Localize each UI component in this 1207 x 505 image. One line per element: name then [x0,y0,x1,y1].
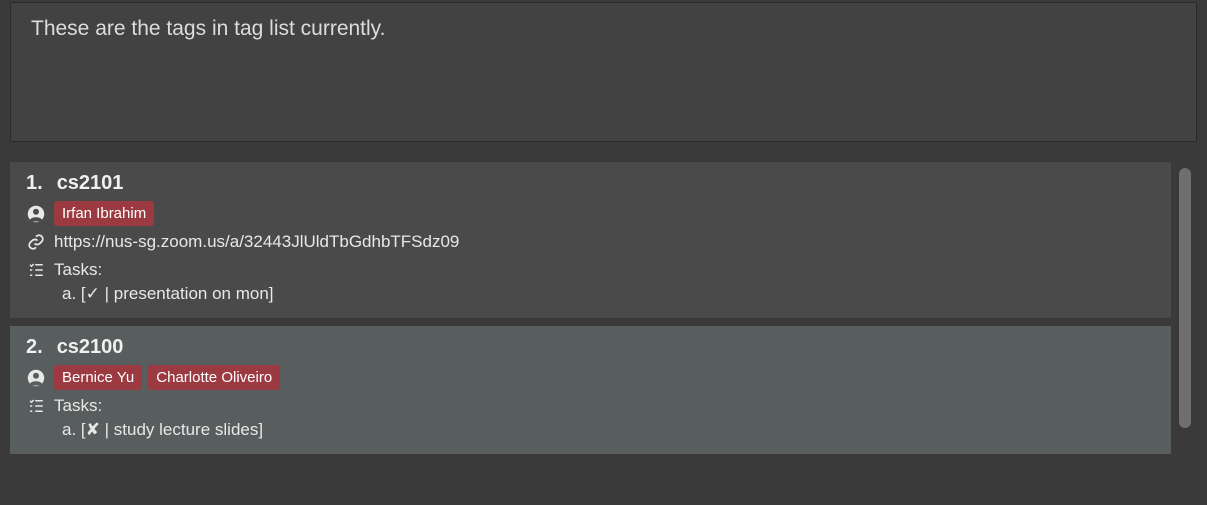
person-tag[interactable]: Charlotte Oliveiro [148,365,280,390]
people-row: Irfan Ibrahim [26,201,1155,226]
people-tags: Bernice Yu Charlotte Oliveiro [54,365,280,390]
tasks-label: Tasks: [54,260,102,280]
item-index: 1. [26,172,43,195]
task-done-glyph: ✘ [86,420,100,439]
person-tag[interactable]: Bernice Yu [54,365,142,390]
tasks-row: Tasks: [26,394,1155,418]
status-message: These are the tags in tag list currently… [31,17,1176,41]
tasks-row: Tasks: [26,258,1155,282]
scrollbar-track[interactable] [1179,168,1191,488]
people-row: Bernice Yu Charlotte Oliveiro [26,365,1155,390]
task-text: study lecture slides [114,420,259,439]
people-tags: Irfan Ibrahim [54,201,154,226]
list-item[interactable]: 2. cs2100 Bernice Yu Charlotte Oliveiro [10,326,1171,454]
task-done-glyph: ✓ [86,284,100,303]
item-title: cs2100 [57,336,124,359]
list-item[interactable]: 1. cs2101 Irfan Ibrahim https://nus-sg.z [10,162,1171,318]
item-title-row: 2. cs2100 [26,336,1155,359]
tag-list: 1. cs2101 Irfan Ibrahim https://nus-sg.z [10,162,1197,502]
person-icon [26,368,46,388]
message-panel: These are the tags in tag list currently… [10,2,1197,142]
item-title-row: 1. cs2101 [26,172,1155,195]
task-text: presentation on mon [114,284,269,303]
link-row: https://nus-sg.zoom.us/a/32443JlUldTbGdh… [26,230,1155,254]
list-icon [26,396,46,416]
item-index: 2. [26,336,43,359]
link-text[interactable]: https://nus-sg.zoom.us/a/32443JlUldTbGdh… [54,232,459,252]
link-icon [26,232,46,252]
task-item: a. [✘ | study lecture slides] [26,420,1155,440]
tasks-label: Tasks: [54,396,102,416]
item-title: cs2101 [57,172,124,195]
list-icon [26,260,46,280]
tag-list-wrapper: 1. cs2101 Irfan Ibrahim https://nus-sg.z [10,162,1197,502]
task-item: a. [✓ | presentation on mon] [26,284,1155,304]
task-letter: a. [62,284,76,303]
person-tag[interactable]: Irfan Ibrahim [54,201,154,226]
person-icon [26,204,46,224]
scrollbar-thumb[interactable] [1179,168,1191,428]
task-letter: a. [62,420,76,439]
